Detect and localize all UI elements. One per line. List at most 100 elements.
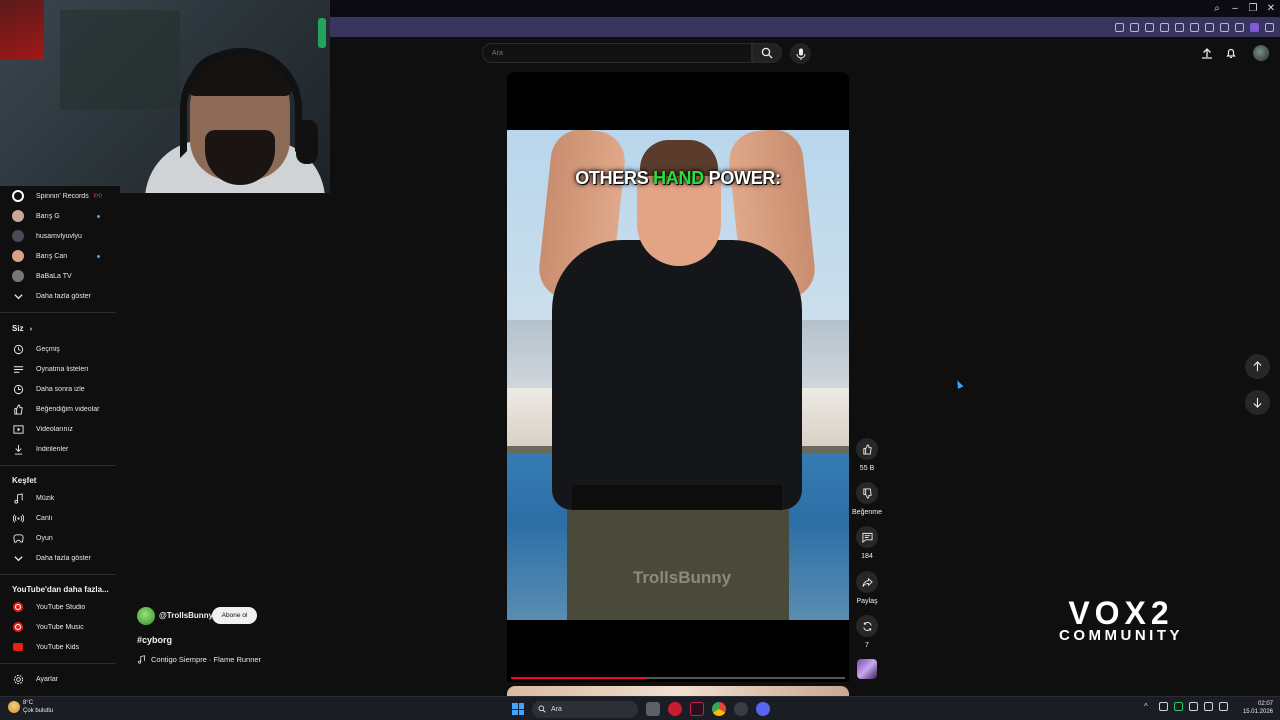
video-caption: OTHERS HAND POWER: xyxy=(507,168,849,189)
search-window-icon[interactable]: ⌕ xyxy=(1208,0,1226,17)
taskbar-search[interactable]: Ara xyxy=(532,700,638,718)
remix-button[interactable] xyxy=(856,615,878,637)
volume-icon[interactable] xyxy=(1219,702,1228,711)
show-more-subs-button[interactable]: Daha fazla göster xyxy=(0,286,120,306)
next-short-button[interactable] xyxy=(1245,390,1270,415)
maximize-button[interactable]: ❐ xyxy=(1244,0,1262,17)
steam-icon[interactable] xyxy=(734,702,748,716)
weather-widget[interactable]: 8°C Çok bulutlu xyxy=(8,699,53,715)
channel-name[interactable]: @TrollsBunny xyxy=(159,611,213,620)
sidebar-item-gaming[interactable]: Oyun xyxy=(0,528,120,548)
like-action[interactable]: 55 B xyxy=(855,438,879,472)
next-short-preview[interactable] xyxy=(507,686,849,696)
discord-icon[interactable] xyxy=(756,702,770,716)
sidebar-item-downloads[interactable]: İndirilenler xyxy=(0,439,120,459)
dislike-button[interactable] xyxy=(856,482,878,504)
channel-avatar xyxy=(12,250,24,262)
share-button[interactable] xyxy=(856,571,878,593)
windows-start-icon[interactable] xyxy=(512,703,524,715)
caption-text: OTHERS xyxy=(575,168,654,188)
sidebar-item-your-videos[interactable]: Videolarınız xyxy=(0,419,120,439)
extension-icon[interactable] xyxy=(1130,22,1139,32)
channel-avatar[interactable] xyxy=(137,607,155,625)
sidebar-item-youtube-kids[interactable]: YouTube Kids xyxy=(0,637,120,657)
settings-icon[interactable] xyxy=(1265,22,1274,32)
hashtag-link[interactable]: #cyborg xyxy=(137,635,172,645)
extension-icon[interactable] xyxy=(1175,22,1184,32)
dislike-action[interactable]: Beğenme xyxy=(852,482,882,516)
sidebar-item-music[interactable]: Müzik xyxy=(0,488,120,508)
minimize-button[interactable]: – xyxy=(1226,0,1244,17)
opera-gx-icon[interactable] xyxy=(668,702,682,716)
sidebar-sub-item[interactable]: Barış Can xyxy=(0,246,120,266)
extension-icon[interactable] xyxy=(1145,22,1154,32)
extension-icon[interactable] xyxy=(1115,22,1124,32)
close-button[interactable]: ✕ xyxy=(1262,0,1280,17)
webcam-background xyxy=(60,10,180,110)
sidebar-sub-item[interactable]: BaBaLa TV xyxy=(0,266,120,286)
shorts-player[interactable]: TrollsBunny OTHERS HAND POWER: xyxy=(507,72,849,682)
sidebar-item-playlists[interactable]: Oynatma listeleri xyxy=(0,359,120,379)
sidebar-item-label: Oyun xyxy=(36,534,53,542)
taskbar-clock[interactable]: 02:07 15.01.2026 xyxy=(1243,700,1273,716)
upload-button[interactable] xyxy=(1198,44,1216,62)
account-avatar[interactable] xyxy=(1253,45,1269,61)
network-icon[interactable] xyxy=(1204,702,1213,711)
sidebar-item-liked[interactable]: Beğendiğim videolar xyxy=(0,399,120,419)
tray-app-icon[interactable] xyxy=(1189,702,1198,711)
remix-count: 7 xyxy=(865,642,869,649)
sidebar-item-youtube-studio[interactable]: YouTube Studio xyxy=(0,597,120,617)
show-more-explore-button[interactable]: Daha fazla göster xyxy=(0,548,120,568)
extension-icon[interactable] xyxy=(1160,22,1169,32)
chrome-icon[interactable] xyxy=(712,702,726,716)
chevron-down-icon xyxy=(13,293,23,299)
comments-button[interactable] xyxy=(856,526,878,548)
sidebar-sub-item[interactable]: Barış G xyxy=(0,206,120,226)
sidebar-item-history[interactable]: Geçmiş xyxy=(0,339,120,359)
like-button[interactable] xyxy=(856,438,878,460)
search-input[interactable] xyxy=(482,43,752,63)
sidebar-item-live[interactable]: Canlı xyxy=(0,508,120,528)
downloads-icon xyxy=(14,444,22,455)
remix-action[interactable]: 7 xyxy=(855,615,879,649)
task-view-icon[interactable] xyxy=(646,702,660,716)
extension-icon[interactable] xyxy=(1220,22,1229,32)
channel-avatar xyxy=(12,190,24,202)
tray-overflow-icon[interactable]: ^ xyxy=(1144,702,1153,711)
extension-icon[interactable] xyxy=(1190,22,1199,32)
sidebar-item-watch-later[interactable]: Daha sonra izle xyxy=(0,379,120,399)
you-heading[interactable]: Siz › xyxy=(12,324,32,333)
sound-thumbnail[interactable] xyxy=(857,659,877,679)
previous-short-button[interactable] xyxy=(1245,354,1270,379)
voice-search-button[interactable] xyxy=(790,43,811,64)
clock-time: 02:07 xyxy=(1257,701,1273,707)
tray-app-icon[interactable] xyxy=(1159,702,1168,711)
search-icon xyxy=(538,705,546,713)
chevron-down-icon xyxy=(13,555,23,561)
sidebar-item-label: YouTube Music xyxy=(36,623,84,631)
clock-date: 15.01.2026 xyxy=(1242,709,1273,715)
active-extension-icon[interactable] xyxy=(1250,22,1259,32)
sidebar-sub-item[interactable]: Spinnin' Records ((•)) xyxy=(0,186,120,206)
sidebar-item-label: YouTube Studio xyxy=(36,603,86,611)
search-button[interactable] xyxy=(752,43,782,63)
subscribe-button[interactable]: Abone ol xyxy=(212,607,257,624)
share-action[interactable]: Paylaş xyxy=(855,571,879,605)
live-icon xyxy=(12,514,24,522)
sidebar-item-label: BaBaLa TV xyxy=(36,272,72,280)
sidebar-divider xyxy=(0,574,116,575)
like-count: 55 B xyxy=(859,465,875,472)
valorant-icon[interactable] xyxy=(690,702,704,716)
extension-icon[interactable] xyxy=(1205,22,1214,32)
stream-brand-watermark: VOX2 COMMUNITY xyxy=(1030,597,1212,644)
profile-icon[interactable] xyxy=(1235,22,1244,32)
comments-action[interactable]: 184 xyxy=(855,526,879,560)
tray-app-icon[interactable] xyxy=(1174,702,1183,711)
channel-avatar xyxy=(12,270,24,282)
sidebar-item-settings[interactable]: Ayarlar xyxy=(0,669,120,689)
sidebar-sub-item[interactable]: husamvlyuvlyu xyxy=(0,226,120,246)
window-controls: ⌕ – ❐ ✕ xyxy=(1208,0,1280,17)
sidebar-item-youtube-music[interactable]: YouTube Music xyxy=(0,617,120,637)
music-link[interactable]: Contigo Siempre · Flame Runner xyxy=(137,655,261,664)
notifications-button[interactable] xyxy=(1222,44,1240,62)
